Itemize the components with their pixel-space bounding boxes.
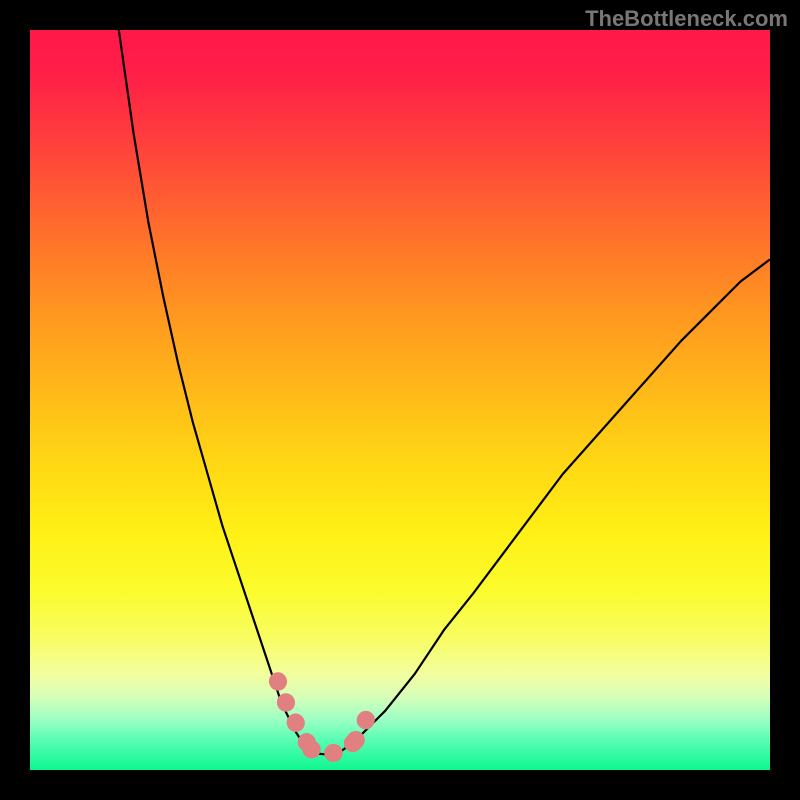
series-group [119,30,770,754]
series-pink-left-segment [278,681,311,748]
plot-area [30,30,770,770]
series-left-curve [119,30,311,752]
chart-svg [30,30,770,770]
series-pink-right-segment [356,711,371,741]
series-right-curve [341,259,770,751]
watermark-text: TheBottleneck.com [585,6,788,32]
